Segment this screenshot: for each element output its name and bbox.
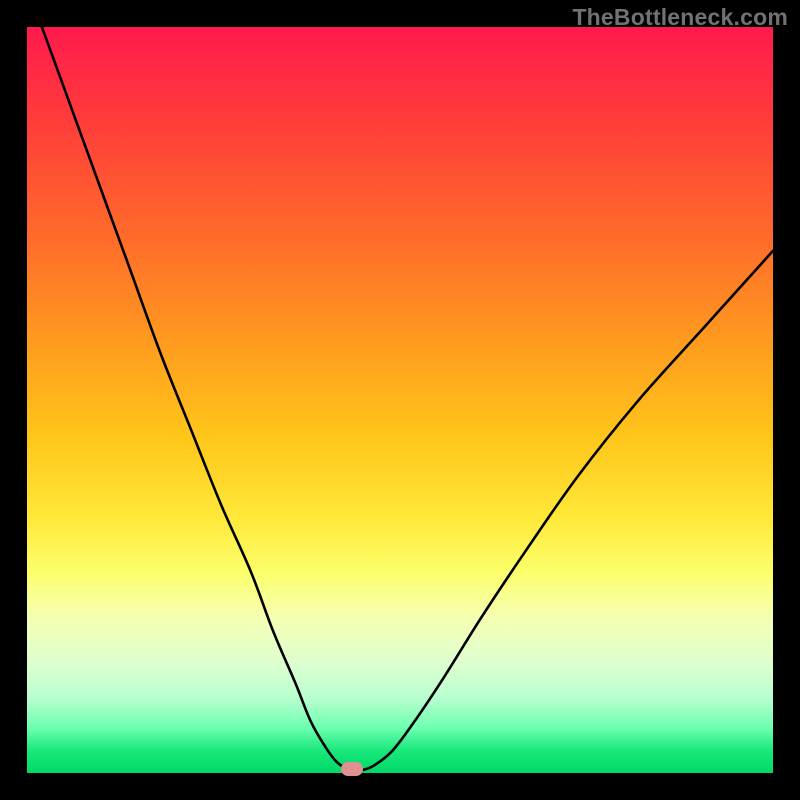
watermark-text: TheBottleneck.com <box>572 4 788 31</box>
outer-frame: TheBottleneck.com <box>0 0 800 800</box>
bottleneck-curve <box>42 27 773 771</box>
curve-svg <box>27 27 773 773</box>
optimum-marker <box>341 762 363 776</box>
